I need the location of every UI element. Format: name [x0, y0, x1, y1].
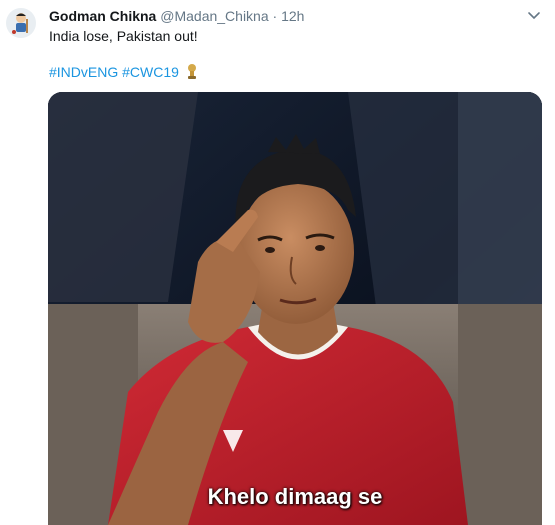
user-handle[interactable]: @Madan_Chikna [160, 8, 268, 24]
tweet-header: Godman Chikna @Madan_Chikna · 12h [49, 7, 304, 25]
hashtag-indveng[interactable]: #INDvENG [49, 64, 118, 80]
tweet[interactable]: Godman Chikna @Madan_Chikna · 12h India … [0, 0, 555, 525]
separator-dot: · [272, 8, 278, 24]
tweet-text: India lose, Pakistan out! #INDvENG #CWC1… [49, 27, 529, 81]
timestamp[interactable]: 12h [281, 8, 304, 24]
media-caption: Khelo dimaag se [207, 484, 383, 509]
display-name[interactable]: Godman Chikna [49, 8, 156, 24]
tweet-body: India lose, Pakistan out! [49, 28, 198, 44]
chevron-down-icon[interactable] [527, 9, 541, 23]
tweet-media-image[interactable]: Khelo dimaag se [48, 92, 542, 525]
avatar[interactable] [6, 8, 36, 38]
hashtag-cwc19[interactable]: #CWC19 [122, 64, 179, 80]
hashtag-line: #INDvENG #CWC19 [49, 63, 529, 81]
cricket-world-cup-trophy-icon [187, 64, 196, 79]
video-still-image [48, 92, 542, 525]
avatar-cartoon-icon [6, 8, 36, 38]
